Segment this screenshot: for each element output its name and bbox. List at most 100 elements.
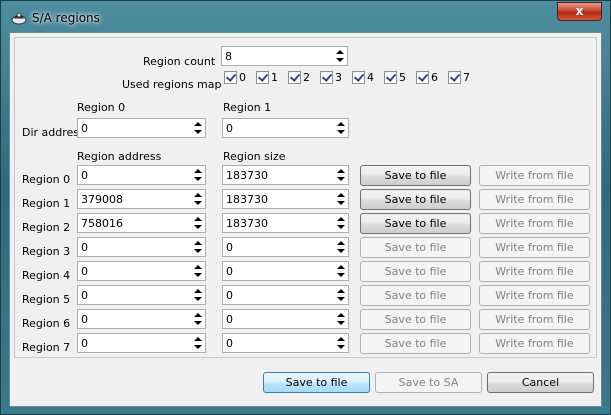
used-region-checkbox-6[interactable] xyxy=(416,71,429,84)
region-size-stepper[interactable]: 0 xyxy=(222,309,349,329)
region-size-stepper-value: 0 xyxy=(226,265,233,278)
region-size-stepper[interactable]: 0 xyxy=(222,237,349,257)
used-region-checkbox-label: 7 xyxy=(463,71,470,84)
region-save-to-file-button[interactable]: Save to file xyxy=(360,285,471,306)
region-save-to-file-button[interactable]: Save to file xyxy=(360,165,471,186)
cancel-button[interactable]: Cancel xyxy=(487,372,594,393)
spin-arrows-icon[interactable] xyxy=(332,47,347,65)
region-address-stepper[interactable]: 0 xyxy=(77,285,206,305)
region-size-stepper[interactable]: 183730 xyxy=(222,213,349,233)
used-region-checkbox-label: 2 xyxy=(303,71,310,84)
region-size-stepper-value: 0 xyxy=(226,313,233,326)
region-label: Region 2 xyxy=(22,221,71,234)
used-region-checkbox-label: 3 xyxy=(335,71,342,84)
region-write-from-file-button[interactable]: Write from file xyxy=(479,213,590,234)
spin-arrows-icon[interactable] xyxy=(333,310,348,328)
used-region-checkbox-7[interactable] xyxy=(448,71,461,84)
used-regions-map-label: Used regions map xyxy=(122,78,222,91)
region-address-stepper-value: 0 xyxy=(81,337,88,350)
region-count-value: 8 xyxy=(225,50,232,63)
region-count-stepper[interactable]: 8 xyxy=(221,46,348,66)
spin-arrows-icon[interactable] xyxy=(333,214,348,232)
spin-arrows-icon[interactable] xyxy=(190,190,205,208)
spin-arrows-icon[interactable] xyxy=(190,286,205,304)
region-address-stepper[interactable]: 0 xyxy=(77,309,206,329)
spin-arrows-icon[interactable] xyxy=(190,262,205,280)
used-region-checkbox-4[interactable] xyxy=(352,71,365,84)
region-size-stepper-value: 0 xyxy=(226,337,233,350)
region-size-stepper[interactable]: 0 xyxy=(222,333,349,353)
region-address-stepper[interactable]: 0 xyxy=(77,333,206,353)
region-address-stepper[interactable]: 758016 xyxy=(77,213,206,233)
spin-arrows-icon[interactable] xyxy=(333,166,348,184)
spin-arrows-icon[interactable] xyxy=(333,334,348,352)
region-size-stepper[interactable]: 0 xyxy=(222,285,349,305)
region-address-stepper[interactable]: 0 xyxy=(77,165,206,185)
region-address-stepper[interactable]: 0 xyxy=(77,237,206,257)
region0-header: Region 0 xyxy=(77,101,126,114)
spin-arrows-icon[interactable] xyxy=(190,334,205,352)
save-to-sa-button[interactable]: Save to SA xyxy=(375,372,482,393)
spin-arrows-icon[interactable] xyxy=(190,310,205,328)
spin-arrows-icon[interactable] xyxy=(190,119,205,137)
spin-arrows-icon[interactable] xyxy=(190,166,205,184)
used-region-checkbox-2[interactable] xyxy=(288,71,301,84)
region-save-to-file-button[interactable]: Save to file xyxy=(360,333,471,354)
window-title: S/A regions xyxy=(32,11,100,25)
sa-regions-window: S/A regions x Region count 8 Used region… xyxy=(0,0,611,415)
region-address-stepper[interactable]: 379008 xyxy=(77,189,206,209)
used-region-checkbox-0[interactable] xyxy=(224,71,237,84)
region-size-stepper[interactable]: 0 xyxy=(222,261,349,281)
used-region-checkbox-1[interactable] xyxy=(256,71,269,84)
used-region-checkbox-label: 4 xyxy=(367,71,374,84)
region-address-stepper-value: 758016 xyxy=(81,217,123,230)
used-region-checkbox-label: 5 xyxy=(399,71,406,84)
region-save-to-file-button[interactable]: Save to file xyxy=(360,189,471,210)
spin-arrows-icon[interactable] xyxy=(333,238,348,256)
spin-arrows-icon[interactable] xyxy=(333,262,348,280)
region-size-stepper-value: 183730 xyxy=(226,169,268,182)
region-write-from-file-button[interactable]: Write from file xyxy=(479,309,590,330)
dialog-client-area: Region count 8 Used regions map 0 1 2 3 4 5 6 7… xyxy=(9,32,602,407)
region-write-from-file-button[interactable]: Write from file xyxy=(479,189,590,210)
spin-arrows-icon[interactable] xyxy=(333,190,348,208)
title-bar[interactable]: S/A regions x xyxy=(1,1,610,33)
save-to-file-button[interactable]: Save to file xyxy=(263,372,370,393)
region-save-to-file-button[interactable]: Save to file xyxy=(360,237,471,258)
region-write-from-file-button[interactable]: Write from file xyxy=(479,237,590,258)
region-size-stepper-value: 0 xyxy=(226,241,233,254)
region-size-stepper-value: 183730 xyxy=(226,217,268,230)
region-address-header: Region address xyxy=(77,150,162,163)
spin-arrows-icon[interactable] xyxy=(190,238,205,256)
region-write-from-file-button[interactable]: Write from file xyxy=(479,285,590,306)
region-address-stepper-value: 0 xyxy=(81,241,88,254)
dir-address-region0-stepper[interactable]: 0 xyxy=(77,118,206,138)
region-save-to-file-button[interactable]: Save to file xyxy=(360,309,471,330)
used-region-checkbox-5[interactable] xyxy=(384,71,397,84)
used-region-checkbox-3[interactable] xyxy=(320,71,333,84)
region-address-stepper[interactable]: 0 xyxy=(77,261,206,281)
region-address-stepper-value: 0 xyxy=(81,169,88,182)
region-label: Region 4 xyxy=(22,269,71,282)
region-save-to-file-button[interactable]: Save to file xyxy=(360,261,471,282)
dir-address-region0-value: 0 xyxy=(81,122,88,135)
app-icon xyxy=(11,9,27,25)
close-button[interactable]: x xyxy=(557,2,602,21)
dir-address-region1-stepper[interactable]: 0 xyxy=(222,118,349,138)
region1-header: Region 1 xyxy=(223,101,272,114)
region-label: Region 3 xyxy=(22,245,71,258)
region-size-stepper[interactable]: 183730 xyxy=(222,165,349,185)
region-save-to-file-button[interactable]: Save to file xyxy=(360,213,471,234)
region-write-from-file-button[interactable]: Write from file xyxy=(479,333,590,354)
region-count-label: Region count xyxy=(143,55,216,68)
dir-address-region1-value: 0 xyxy=(226,122,233,135)
region-label: Region 5 xyxy=(22,293,71,306)
used-region-checkbox-label: 0 xyxy=(239,71,246,84)
spin-arrows-icon[interactable] xyxy=(333,286,348,304)
region-write-from-file-button[interactable]: Write from file xyxy=(479,165,590,186)
spin-arrows-icon[interactable] xyxy=(190,214,205,232)
region-size-stepper[interactable]: 183730 xyxy=(222,189,349,209)
region-address-stepper-value: 0 xyxy=(81,265,88,278)
spin-arrows-icon[interactable] xyxy=(333,119,348,137)
region-write-from-file-button[interactable]: Write from file xyxy=(479,261,590,282)
